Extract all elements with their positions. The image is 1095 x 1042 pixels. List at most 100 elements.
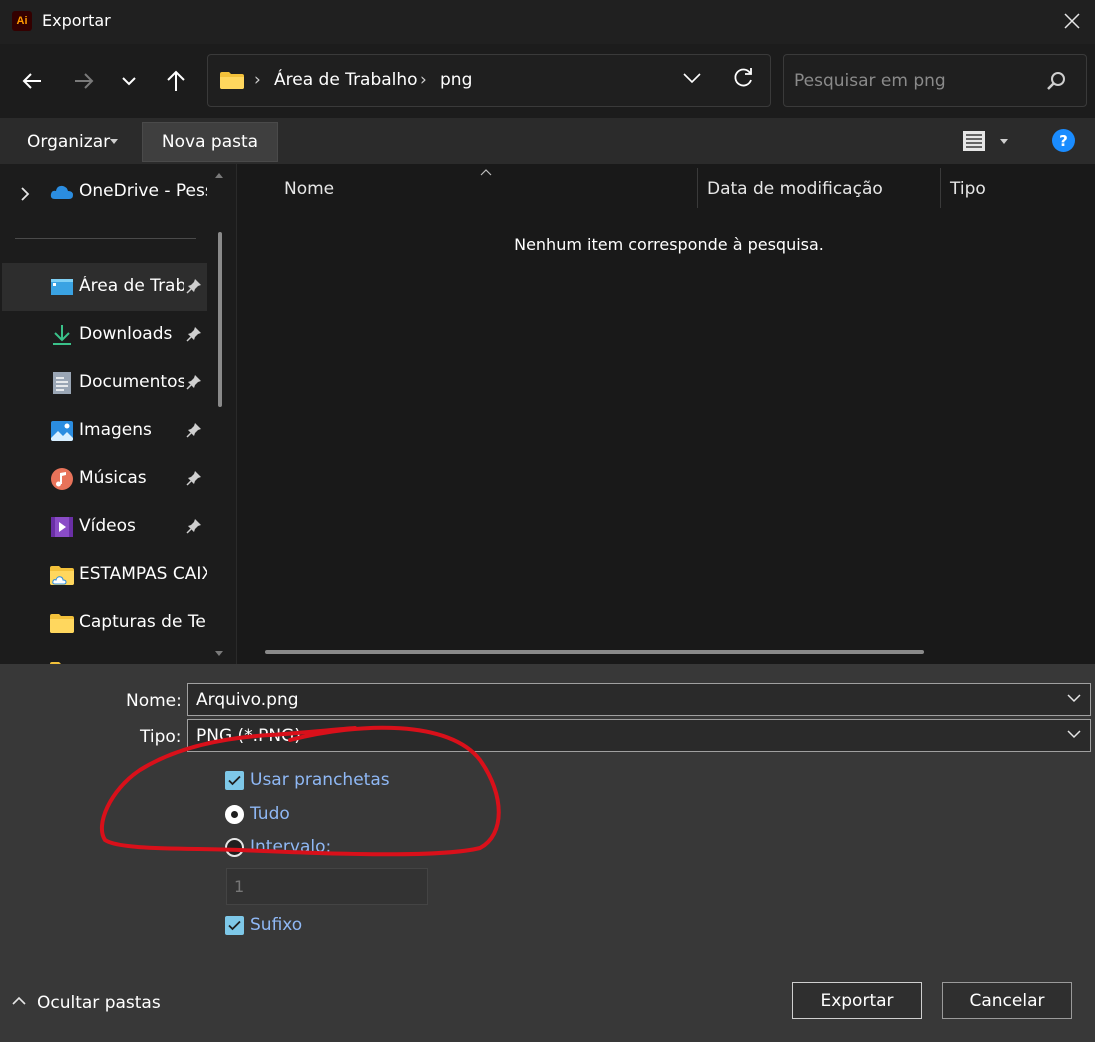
refresh-icon[interactable]	[732, 67, 754, 89]
caret-down-icon[interactable]	[1000, 139, 1008, 144]
sidebar-item-documents[interactable]: Documentos	[2, 359, 207, 407]
sidebar-item-capturas-de-tela[interactable]: Capturas de Tela	[2, 599, 207, 647]
file-type-label: Tipo:	[140, 727, 182, 747]
forward-button[interactable]	[68, 64, 100, 98]
sidebar-item-onedrive[interactable]: OneDrive - Pessoal	[2, 168, 207, 216]
sidebar-item-music[interactable]: Músicas	[2, 455, 207, 503]
sidebar-item-label: Músicas	[79, 468, 147, 488]
organize-menu-button[interactable]: Organizar	[27, 132, 110, 152]
chevron-down-icon[interactable]	[1067, 693, 1081, 703]
sidebar-item-label: Imagens	[79, 420, 152, 440]
range-radio[interactable]	[225, 838, 244, 857]
help-button[interactable]: ?	[1052, 129, 1075, 152]
export-button[interactable]: Exportar	[792, 982, 922, 1019]
checkmark-icon	[228, 920, 241, 931]
sidebar-item-label: Downloads	[79, 324, 173, 344]
sidebar-item-label: Documentos	[79, 372, 184, 392]
column-header-name[interactable]: Nome	[284, 179, 334, 199]
cloud-folder-icon	[50, 566, 74, 585]
view-list-icon[interactable]	[962, 130, 986, 152]
column-header-type[interactable]: Tipo	[950, 179, 986, 199]
column-divider[interactable]	[940, 168, 941, 208]
hide-folders-button[interactable]: Ocultar pastas	[37, 993, 161, 1013]
back-button[interactable]	[16, 64, 48, 98]
search-box[interactable]	[783, 54, 1087, 107]
file-name-value[interactable]: Arquivo.png	[196, 690, 299, 710]
pin-icon[interactable]	[186, 422, 202, 438]
use-artboards-label[interactable]: Usar pranchetas	[250, 770, 390, 790]
breadcrumb-png[interactable]: png	[440, 70, 472, 90]
video-icon	[51, 517, 73, 537]
range-label[interactable]: Intervalo:	[250, 837, 331, 857]
sidebar-item-desktop[interactable]: Área de Trabalho	[2, 263, 207, 311]
use-artboards-checkbox[interactable]	[225, 771, 244, 790]
suffix-checkbox[interactable]	[225, 916, 244, 935]
file-name-label: Nome:	[126, 691, 182, 711]
chevron-right-icon[interactable]	[20, 187, 30, 201]
sidebar-item-videos[interactable]: Vídeos	[2, 503, 207, 551]
file-type-value[interactable]: PNG (*.PNG)	[196, 726, 301, 746]
pin-icon[interactable]	[186, 470, 202, 486]
search-input[interactable]	[794, 69, 1034, 93]
sidebar-item-label: Vídeos	[79, 516, 136, 536]
pin-icon[interactable]	[186, 518, 202, 534]
range-input[interactable]	[226, 868, 428, 905]
chevron-down-icon[interactable]	[1067, 729, 1081, 739]
new-folder-button[interactable]: Nova pasta	[142, 122, 278, 162]
document-icon	[53, 372, 71, 394]
sidebar-item-pictures[interactable]: Imagens	[2, 407, 207, 455]
onedrive-cloud-icon	[50, 185, 73, 199]
checkmark-icon	[228, 775, 241, 786]
close-icon	[1064, 13, 1080, 29]
horizontal-scrollbar-thumb[interactable]	[265, 650, 924, 654]
sidebar-item-label: OneDrive - Pessoal	[79, 181, 207, 201]
desktop-icon	[51, 279, 73, 295]
navigation-pane[interactable]: OneDrive - Pessoal Área de Trabalho Down…	[0, 164, 236, 664]
column-header-date-modified[interactable]: Data de modificação	[707, 179, 883, 199]
address-bar[interactable]: › Área de Trabalho › png	[207, 54, 771, 107]
close-button[interactable]	[1057, 6, 1087, 36]
up-button[interactable]	[160, 64, 192, 98]
column-divider[interactable]	[697, 168, 698, 208]
command-bar: Organizar Nova pasta ?	[0, 118, 1095, 164]
navigation-bar: › Área de Trabalho › png	[0, 44, 1095, 118]
recent-locations-button[interactable]	[113, 64, 145, 98]
window-title: Exportar	[42, 11, 111, 30]
music-icon	[51, 468, 73, 490]
arrow-up-icon	[167, 70, 185, 91]
folder-icon	[50, 614, 74, 633]
breadcrumb-separator: ›	[254, 70, 261, 90]
suffix-label[interactable]: Sufixo	[250, 915, 302, 935]
search-icon	[1047, 72, 1065, 90]
sidebar-item-label: Capturas de Tela	[79, 612, 207, 632]
caret-down-icon	[110, 139, 118, 144]
empty-state-message: Nenhum item corresponde à pesquisa.	[514, 235, 824, 254]
chevron-up-icon[interactable]	[12, 996, 26, 1006]
file-type-combobox[interactable]: PNG (*.PNG)	[187, 719, 1091, 752]
pin-icon[interactable]	[186, 326, 202, 342]
sidebar-item-downloads[interactable]: Downloads	[2, 311, 207, 359]
sidebar-item-estampas-caixa[interactable]: ESTAMPAS CAIXA	[2, 551, 207, 599]
folder-icon	[220, 72, 244, 89]
cancel-button[interactable]: Cancelar	[942, 982, 1072, 1019]
scroll-up-arrow-icon[interactable]	[215, 173, 223, 178]
chevron-down-icon[interactable]	[683, 71, 701, 85]
pictures-icon	[51, 421, 73, 441]
arrow-left-icon	[22, 73, 41, 89]
sidebar-item-partial[interactable]	[2, 647, 207, 664]
pin-icon[interactable]	[186, 374, 202, 390]
sort-ascending-icon	[480, 169, 492, 176]
all-radio[interactable]	[225, 805, 244, 824]
breadcrumb-separator: ›	[420, 70, 427, 90]
file-list[interactable]: Nome Data de modificação Tipo Nenhum ite…	[237, 164, 1095, 664]
illustrator-app-icon: Ai	[12, 11, 32, 31]
sidebar-item-label: Área de Trabalho	[79, 276, 184, 296]
all-label[interactable]: Tudo	[250, 804, 290, 824]
sidebar-scrollbar-thumb[interactable]	[218, 232, 222, 407]
breadcrumb-desktop[interactable]: Área de Trabalho	[274, 70, 418, 90]
pin-icon[interactable]	[186, 278, 202, 294]
scroll-down-arrow-icon[interactable]	[215, 651, 223, 656]
chevron-down-icon	[122, 77, 136, 86]
sidebar-item-label: ESTAMPAS CAIXA	[79, 564, 207, 584]
file-name-combobox[interactable]: Arquivo.png	[187, 683, 1091, 716]
